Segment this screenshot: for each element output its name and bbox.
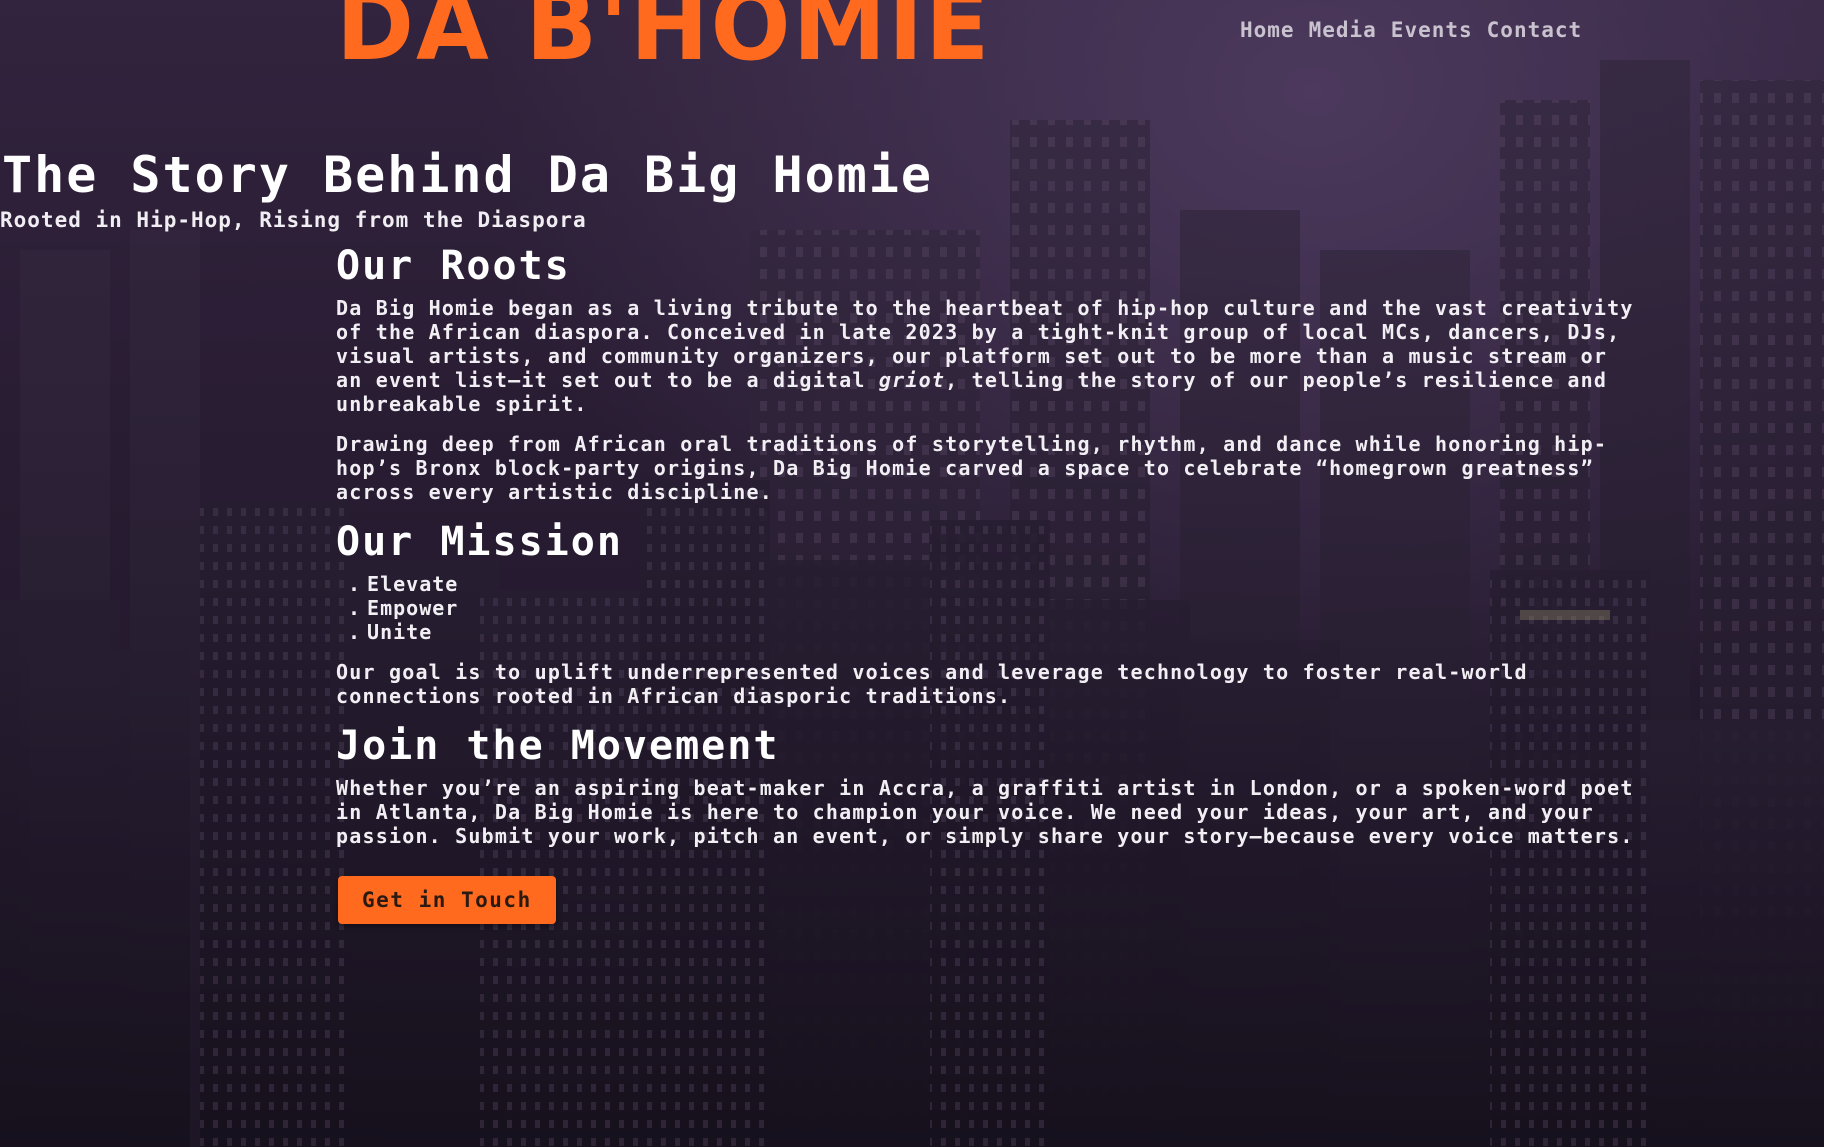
bullet-icon: . bbox=[348, 572, 362, 596]
mission-list: . Elevate . Empower . Unite bbox=[348, 572, 1646, 644]
main-nav: Home Media Events Contact bbox=[1240, 18, 1582, 42]
mission-section: Our Mission . Elevate . Empower . Unite Our… bbox=[336, 520, 1646, 708]
list-item: . Empower bbox=[348, 596, 1646, 620]
bullet-icon: . bbox=[348, 620, 362, 644]
mission-goal: Our goal is to uplift underrepresented v… bbox=[336, 660, 1528, 708]
page-title: The Story Behind Da Big Homie bbox=[2, 146, 933, 204]
mission-item-label: Elevate bbox=[367, 572, 459, 596]
roots-paragraph-1: Da Big Homie began as a living tribute t… bbox=[336, 296, 1646, 416]
nav-media-link[interactable]: Media bbox=[1309, 18, 1377, 42]
story-content: Our Roots Da Big Homie began as a living… bbox=[336, 244, 1646, 924]
site-logo[interactable]: DA B'HOMIE bbox=[336, 0, 991, 74]
list-item: . Elevate bbox=[348, 572, 1646, 596]
page-subtitle: Rooted in Hip-Hop, Rising from the Diasp… bbox=[0, 208, 587, 232]
mission-heading: Our Mission bbox=[336, 519, 623, 565]
mission-item-label: Empower bbox=[367, 596, 459, 620]
nav-home-link[interactable]: Home bbox=[1240, 18, 1295, 42]
movement-section: Join the Movement Whether you’re an aspi… bbox=[336, 724, 1646, 924]
list-item: . Unite bbox=[348, 620, 1646, 644]
bullet-icon: . bbox=[348, 596, 362, 620]
nav-events-link[interactable]: Events bbox=[1391, 18, 1473, 42]
movement-paragraph: Whether you’re an aspiring beat-maker in… bbox=[336, 776, 1634, 848]
movement-heading: Join the Movement bbox=[336, 723, 780, 769]
roots-p1-emphasis: griot bbox=[878, 368, 946, 392]
roots-heading: Our Roots bbox=[336, 243, 571, 289]
roots-paragraph-2: Drawing deep from African oral tradition… bbox=[336, 432, 1608, 504]
nav-contact-link[interactable]: Contact bbox=[1487, 18, 1583, 42]
roots-section: Our Roots Da Big Homie began as a living… bbox=[336, 244, 1646, 504]
mission-item-label: Unite bbox=[367, 620, 433, 644]
get-in-touch-button[interactable]: Get in Touch bbox=[338, 876, 556, 924]
